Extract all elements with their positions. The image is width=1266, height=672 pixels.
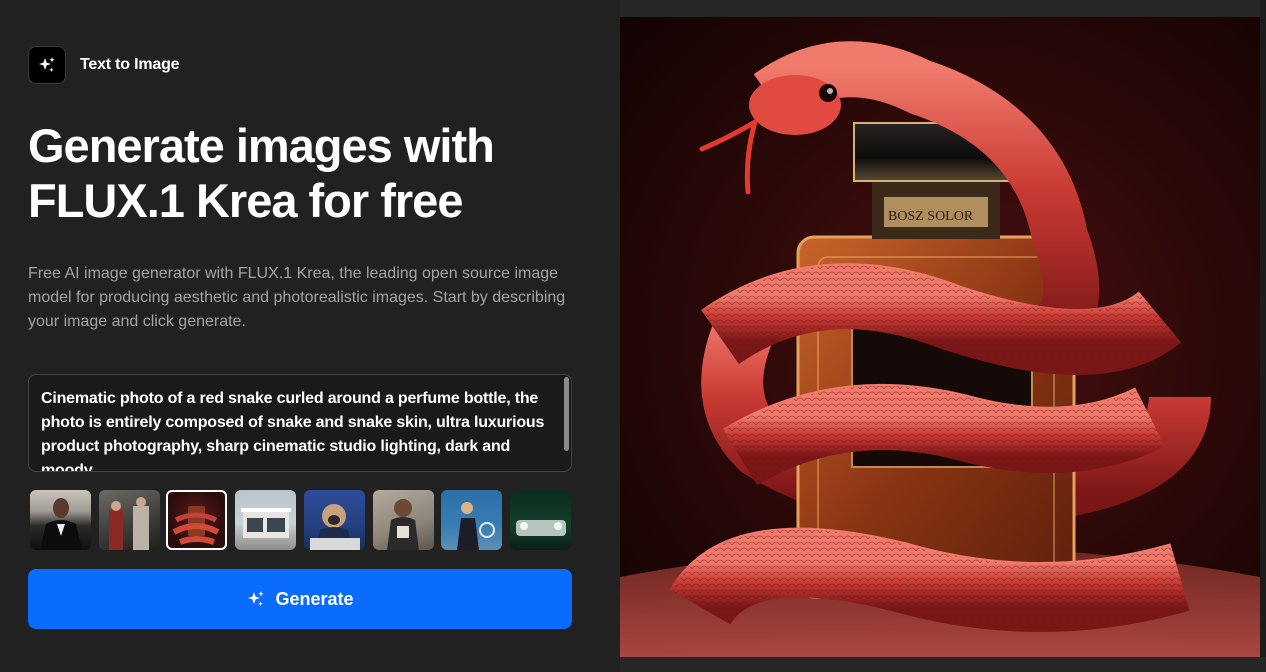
prompt-input[interactable]: Cinematic photo of a red snake curled ar… — [28, 374, 572, 472]
example-thumbnail-pug[interactable] — [304, 490, 365, 550]
generate-button[interactable]: Generate — [28, 569, 572, 629]
example-thumbnail-cat-armor[interactable] — [373, 490, 434, 550]
example-thumbnail-house[interactable] — [235, 490, 296, 550]
example-thumbnail-tuxedo[interactable] — [30, 490, 91, 550]
example-thumbnail-tennis[interactable] — [441, 490, 502, 550]
example-thumbnail-robes[interactable] — [99, 490, 160, 550]
left-panel: Text to Image Generate images with FLUX.… — [0, 0, 620, 672]
sparkles-icon — [246, 589, 266, 609]
prompt-scroll-thumb[interactable] — [564, 377, 569, 451]
example-thumbnail-snake-perfume[interactable] — [166, 490, 227, 550]
bottle-cap-text: BOSZ SOLOR — [888, 209, 974, 224]
example-gallery — [28, 488, 572, 552]
page-title: Generate images with FLUX.1 Krea for fre… — [28, 118, 588, 228]
page-right-edge — [1260, 0, 1266, 672]
prompt-scrollbar[interactable] — [561, 375, 571, 471]
generated-image: Vive PERNON BOSZ SOLOR — [620, 17, 1260, 657]
page-description: Free AI image generator with FLUX.1 Krea… — [28, 265, 566, 330]
preview-top-border — [620, 0, 1260, 17]
prompt-text[interactable]: Cinematic photo of a red snake curled ar… — [41, 387, 551, 471]
mode-badge: Text to Image — [28, 46, 180, 84]
mode-label: Text to Image — [80, 56, 180, 73]
generated-image-preview: Vive PERNON BOSZ SOLOR — [620, 17, 1260, 657]
generate-button-label: Generate — [275, 588, 354, 609]
page-title-line-1: Generate images with — [28, 119, 495, 172]
preview-bottom-border — [620, 657, 1266, 672]
sparkles-icon — [28, 46, 66, 84]
page-title-line-2: FLUX.1 Krea for free — [28, 174, 463, 227]
example-thumbnail-car[interactable] — [510, 490, 571, 550]
